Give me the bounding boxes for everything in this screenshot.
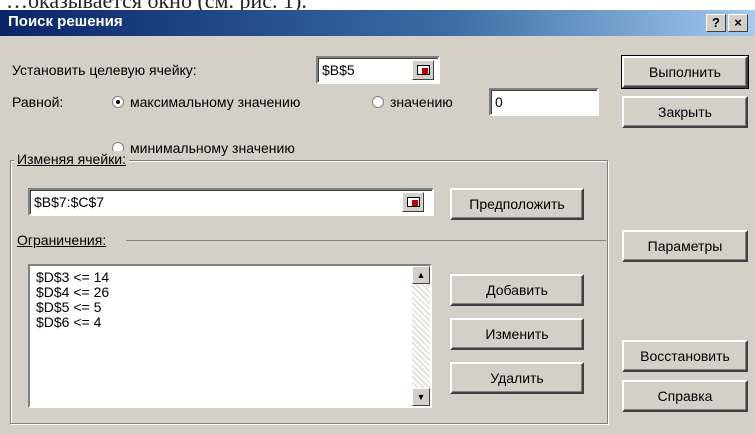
help-title-button[interactable]: ?	[706, 14, 726, 32]
changing-cells-value: $B$7:$C$7	[34, 194, 105, 210]
equal-to-label: Равной:	[12, 94, 64, 110]
help-button[interactable]: Справка	[622, 380, 748, 412]
target-cell-label: Установить целевую ячейку:	[12, 62, 197, 78]
value-radio[interactable]	[372, 96, 384, 108]
constraints-legend-text: Ограничения:	[17, 232, 107, 248]
scroll-up-icon[interactable]: ▲	[412, 266, 430, 284]
dialog-title: Поиск решения	[8, 13, 123, 30]
changing-cells-legend: Изменяя ячейки:	[14, 151, 129, 167]
constraint-item[interactable]: $D$6 <= 4	[36, 315, 109, 330]
title-bar: Поиск решения ? ×	[0, 10, 755, 36]
max-radio[interactable]	[112, 96, 124, 108]
constraints-scrollbar[interactable]: ▲ ▼	[412, 266, 430, 406]
document-caption: …оказывается окно (см. рис. 1).	[0, 0, 755, 10]
constraint-item[interactable]: $D$5 <= 5	[36, 300, 109, 315]
constraint-item[interactable]: $D$3 <= 14	[36, 270, 109, 285]
constraints-legend: Ограничения:	[14, 232, 110, 248]
solve-button[interactable]: Выполнить	[621, 55, 749, 89]
changing-cells-ref-icon[interactable]	[402, 192, 424, 212]
reset-all-button[interactable]: Восстановить	[622, 340, 748, 372]
max-radio-label: максимальному значению	[130, 94, 301, 110]
value-field-text: 0	[495, 94, 503, 110]
value-field[interactable]: 0	[489, 88, 599, 116]
min-radio-label: минимальному значению	[130, 140, 295, 156]
solver-dialog: Поиск решения ? × Установить целевую яче…	[0, 10, 755, 434]
options-button[interactable]: Параметры	[622, 230, 748, 262]
target-cell-ref-icon[interactable]	[412, 60, 434, 80]
guess-button[interactable]: Предположить	[450, 188, 584, 220]
change-constraint-button[interactable]: Изменить	[450, 318, 584, 350]
constraint-item[interactable]: $D$4 <= 26	[36, 285, 109, 300]
constraints-divider	[126, 240, 606, 241]
caption-text: …оказывается окно (см. рис. 1).	[6, 0, 307, 10]
target-cell-value: $B$5	[322, 62, 355, 78]
value-radio-label: значению	[390, 94, 453, 110]
constraints-list[interactable]: $D$3 <= 14 $D$4 <= 26 $D$5 <= 5 $D$6 <= …	[28, 264, 432, 408]
changing-cells-field[interactable]: $B$7:$C$7	[28, 188, 434, 216]
scroll-down-icon[interactable]: ▼	[412, 388, 430, 406]
close-title-button[interactable]: ×	[728, 14, 748, 32]
add-constraint-button[interactable]: Добавить	[450, 274, 584, 306]
close-button[interactable]: Закрыть	[622, 96, 748, 128]
changing-cells-legend-text: Изменяя ячейки:	[17, 151, 126, 167]
delete-constraint-button[interactable]: Удалить	[450, 362, 584, 394]
